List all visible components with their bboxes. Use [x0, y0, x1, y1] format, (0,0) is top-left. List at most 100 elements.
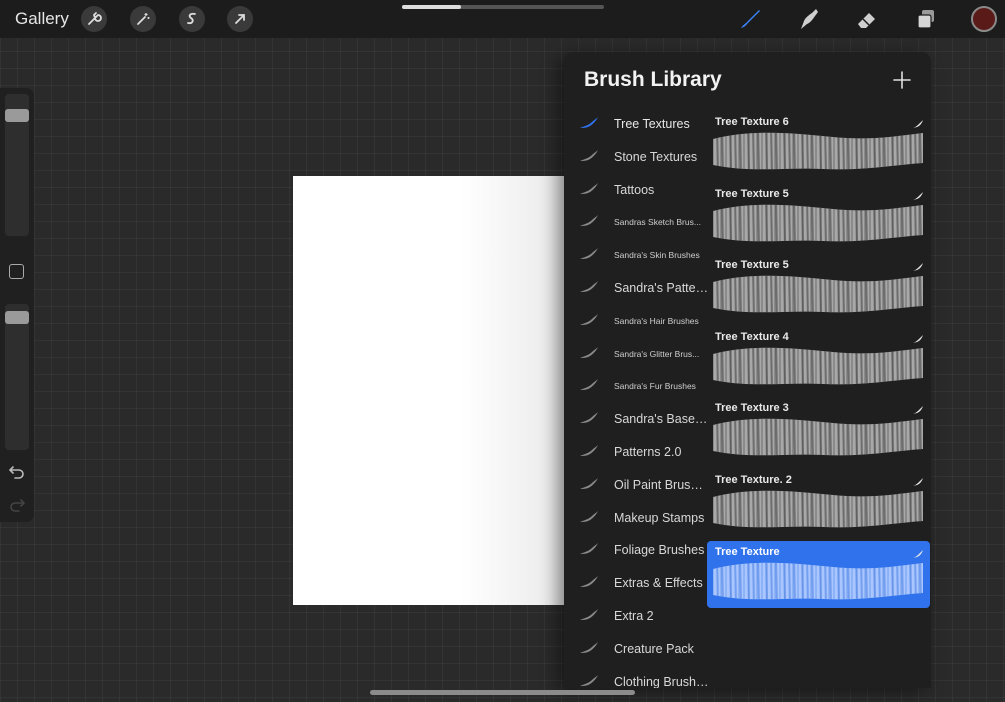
brush-set-label: Sandra's Glitter Brus...	[614, 348, 700, 359]
brush-set-item[interactable]: Makeup Stamps	[564, 502, 709, 534]
selection-icon[interactable]	[179, 6, 205, 32]
magic-wand-icon[interactable]	[130, 6, 156, 32]
home-indicator	[370, 690, 635, 695]
brush-stroke-icon	[578, 476, 600, 492]
brush-edit-icon	[912, 546, 924, 558]
plus-icon[interactable]	[890, 68, 914, 92]
brush-card[interactable]: Tree Texture 4	[707, 326, 930, 393]
undo-icon[interactable]	[8, 463, 26, 479]
brush-set-label: Sandra's Hair Brushes	[614, 315, 699, 326]
wrench-icon[interactable]	[81, 6, 107, 32]
brush-name: Tree Texture 6	[715, 116, 789, 128]
brush-set-label: Sandras Sketch Brus...	[614, 217, 701, 228]
brush-set-label: Sandra's Base Set	[614, 412, 709, 427]
brush-set-item[interactable]: Creature Pack	[564, 633, 709, 665]
brush-set-item[interactable]: Oil Paint Brushes	[564, 469, 709, 501]
left-sidebar	[0, 88, 34, 522]
brush-set-label: Extra 2	[614, 609, 654, 623]
brush-stroke-icon	[578, 410, 600, 426]
brush-set-label: Clothing Brushes	[614, 674, 709, 688]
opacity-thumb[interactable]	[5, 310, 29, 324]
brush-size-thumb[interactable]	[5, 109, 29, 123]
brush-card[interactable]: Tree Texture 6	[707, 111, 930, 178]
brush-stroke-icon	[578, 377, 600, 393]
brush-size-slider[interactable]	[5, 94, 29, 236]
brush-set-item[interactable]: Tree Textures	[564, 108, 709, 140]
brush-set-item[interactable]: Sandra's Patterns	[564, 272, 709, 304]
drawing-canvas[interactable]	[293, 176, 565, 605]
brush-stroke-icon	[578, 181, 600, 197]
brush-set-item[interactable]: Extra 2	[564, 600, 709, 632]
brush-set-item[interactable]: Patterns 2.0	[564, 436, 709, 468]
brush-stroke-icon	[578, 574, 600, 590]
brush-icon[interactable]	[736, 6, 764, 32]
brush-set-label: Sandra's Skin Brushes	[614, 250, 700, 261]
top-progress-bar	[402, 5, 604, 9]
brush-set-item[interactable]: Clothing Brushes	[564, 666, 709, 688]
brush-stroke-icon	[578, 246, 600, 262]
brush-set-item[interactable]: Foliage Brushes	[564, 534, 709, 566]
brush-set-label: Tree Textures	[614, 117, 690, 131]
brush-stroke-icon	[578, 312, 600, 328]
brush-name: Tree Texture. 2	[715, 474, 792, 486]
brush-set-label: Makeup Stamps	[614, 510, 705, 525]
brush-card[interactable]: Tree Texture. 2	[707, 469, 930, 536]
brush-card[interactable]: Tree Texture 3	[707, 397, 930, 464]
transform-arrow-icon[interactable]	[227, 6, 253, 32]
brush-set-item[interactable]: Sandra's Hair Brushes	[564, 305, 709, 337]
brush-set-label: Foliage Brushes	[614, 543, 705, 558]
brush-edit-icon	[912, 402, 924, 415]
brush-set-item[interactable]: Extras & Effects	[564, 567, 709, 599]
panel-title: Brush Library	[584, 68, 722, 91]
brush-stroke-preview	[713, 562, 923, 599]
brush-card[interactable]: Tree Texture 5	[707, 183, 930, 250]
brush-stroke-icon	[578, 115, 600, 131]
brush-set-label: Sandra's Fur Brushes	[614, 381, 696, 392]
brush-set-item[interactable]: Sandra's Skin Brushes	[564, 239, 709, 271]
eraser-icon[interactable]	[853, 6, 881, 32]
brush-set-label: Sandra's Patterns	[614, 281, 709, 295]
brush-edit-icon	[912, 116, 924, 128]
brush-stroke-icon	[578, 213, 600, 229]
opacity-slider[interactable]	[5, 304, 29, 450]
brush-stroke-icon	[578, 640, 600, 656]
brush-name: Tree Texture	[715, 545, 780, 558]
brush-edit-icon	[912, 188, 924, 200]
brush-stroke-icon	[578, 443, 600, 459]
brush-library-panel: Brush Library Tree Textures Stone Texture…	[564, 52, 931, 688]
gallery-button[interactable]: Gallery	[15, 9, 69, 29]
brush-edit-icon	[912, 474, 924, 486]
layers-icon[interactable]	[912, 6, 940, 32]
brush-card[interactable]: Tree Texture 5	[707, 254, 930, 321]
brush-set-item[interactable]: Sandra's Base Set	[564, 403, 709, 435]
brush-stroke-icon	[578, 541, 600, 557]
brush-set-item[interactable]: Sandra's Fur Brushes	[564, 370, 709, 402]
brush-stroke-preview	[713, 490, 923, 528]
brush-set-label: Tattoos	[614, 182, 655, 197]
brush-set-item[interactable]: Sandras Sketch Brus...	[564, 206, 709, 238]
brush-set-item[interactable]: Sandra's Glitter Brus...	[564, 338, 709, 370]
brush-stroke-icon	[578, 279, 600, 295]
top-toolbar: Gallery	[0, 0, 1005, 38]
brush-set-label: Stone Textures	[614, 149, 698, 164]
brush-name: Tree Texture 5	[715, 187, 789, 200]
color-picker-button[interactable]	[971, 6, 997, 32]
redo-icon[interactable]	[8, 496, 26, 512]
brush-set-item[interactable]: Tattoos	[564, 174, 709, 206]
brush-set-label: Extras & Effects	[614, 576, 703, 591]
brush-set-label: Oil Paint Brushes	[614, 477, 709, 492]
brush-edit-icon	[912, 259, 924, 272]
brush-stroke-icon	[578, 148, 600, 164]
brush-stroke-preview	[713, 132, 923, 170]
brush-card[interactable]: Tree Texture	[707, 540, 930, 608]
top-progress-fill	[402, 5, 461, 9]
brush-stroke-icon	[578, 509, 600, 525]
brush-stroke-icon	[578, 607, 600, 623]
brush-name: Tree Texture 3	[715, 402, 789, 415]
brush-set-item[interactable]: Stone Textures	[564, 141, 709, 173]
brush-set-label: Creature Pack	[614, 641, 694, 656]
modify-button[interactable]	[9, 264, 24, 279]
brush-stroke-icon	[578, 345, 600, 361]
brush-stroke-preview	[713, 204, 923, 241]
smudge-icon[interactable]	[795, 6, 823, 32]
